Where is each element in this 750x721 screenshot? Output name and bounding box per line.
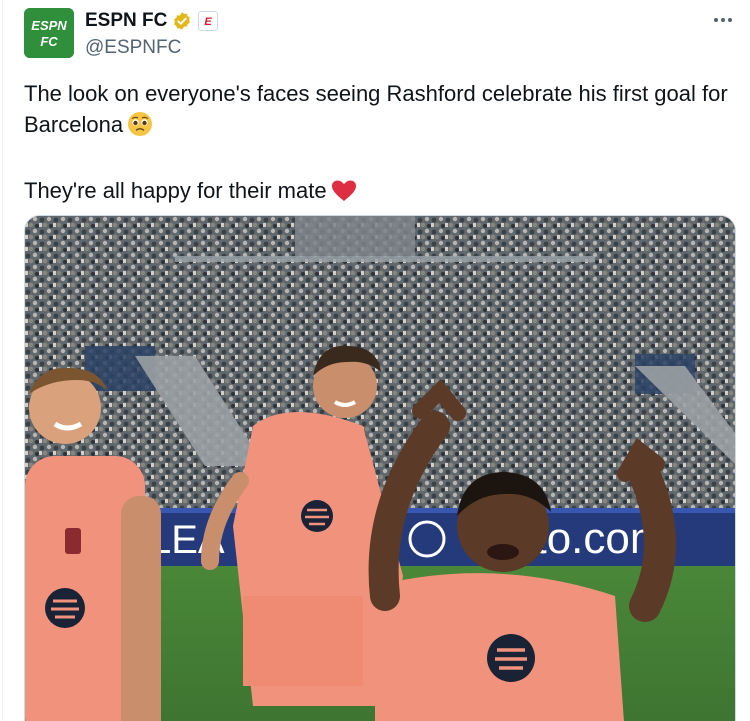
verified-badge-icon[interactable] bbox=[172, 11, 192, 31]
author-name-row: ESPN FC E bbox=[85, 10, 219, 32]
red-heart-icon bbox=[331, 179, 357, 211]
more-options-button[interactable] bbox=[710, 10, 736, 30]
display-name[interactable]: ESPN FC bbox=[85, 10, 167, 32]
celebration-photo: LEA U pto.com bbox=[25, 216, 735, 721]
tweet-line-1: The look on everyone's faces seeing Rash… bbox=[24, 78, 736, 145]
author-handle[interactable]: @ESPNFC bbox=[85, 37, 181, 59]
more-horizontal-icon bbox=[714, 18, 718, 22]
tweet-text: The look on everyone's faces seeing Rash… bbox=[24, 78, 736, 211]
espn-fc-logo: ESPN FC bbox=[24, 8, 74, 58]
tweet-header: ESPN FC ESPN FC E @ESPNFC bbox=[24, 8, 736, 60]
affiliate-badge-icon[interactable]: E bbox=[198, 11, 219, 31]
pleading-face-icon bbox=[127, 111, 153, 145]
tweet-media-image[interactable]: LEA U pto.com bbox=[24, 215, 736, 721]
timeline-divider bbox=[2, 0, 3, 721]
svg-text:E: E bbox=[205, 16, 213, 28]
tweet-line-2: They're all happy for their mate bbox=[24, 175, 736, 211]
svg-text:FC: FC bbox=[40, 34, 58, 49]
svg-text:ESPN: ESPN bbox=[31, 18, 67, 33]
avatar[interactable]: ESPN FC bbox=[24, 8, 74, 58]
